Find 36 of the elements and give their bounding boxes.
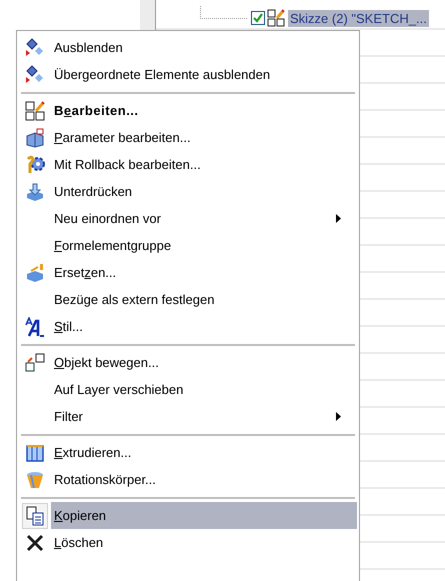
menu-item[interactable]: Ersetzen...	[51, 259, 357, 286]
menu-item[interactable]: Mit Rollback bearbeiten...	[51, 151, 357, 178]
column-icon	[25, 442, 45, 462]
block-icon	[25, 262, 45, 282]
menu-item[interactable]: Parameter bearbeiten...	[51, 124, 357, 151]
squares-icon	[25, 352, 45, 372]
gear-icon	[25, 154, 45, 174]
cube-icon	[25, 128, 45, 148]
menu-item[interactable]: Filter	[51, 403, 357, 430]
menu-item[interactable]: Rotationskörper...	[51, 466, 357, 493]
menu-item[interactable]: Stil...	[51, 313, 357, 340]
arrow-down-icon	[25, 182, 45, 202]
menu-item[interactable]: Objekt bewegen...	[51, 349, 357, 376]
submenu-arrow-icon	[336, 214, 341, 223]
tree-item-label[interactable]: Skizze (2) "SKETCH_...	[288, 10, 429, 26]
menu-item[interactable]: Bearbeiten...	[51, 97, 357, 124]
menu-item[interactable]: Bezüge als extern festlegen	[51, 286, 357, 313]
menu-item[interactable]: Kopieren	[51, 502, 357, 529]
letters-icon	[25, 316, 45, 336]
menu-item[interactable]: Formelementgruppe	[51, 232, 357, 259]
cup-icon	[25, 470, 45, 490]
menu-item[interactable]: Neu einordnen vor	[51, 205, 357, 232]
copy-icon	[25, 506, 45, 526]
delete-icon	[25, 532, 45, 552]
sketch-pencil-icon	[267, 9, 285, 27]
menu-item[interactable]: Löschen	[51, 529, 357, 556]
sketch-pencil-icon	[25, 100, 45, 120]
menu-item[interactable]: Auf Layer verschieben	[51, 376, 357, 403]
menu-item[interactable]: Übergeordnete Elemente ausblenden	[51, 61, 357, 88]
diamonds-icon	[25, 64, 45, 84]
submenu-arrow-icon	[336, 412, 341, 421]
menu-item[interactable]: Unterdrücken	[51, 178, 357, 205]
diamonds-icon	[25, 38, 45, 58]
checkbox[interactable]	[251, 11, 265, 25]
menu-item[interactable]: Ausblenden	[51, 34, 357, 61]
menu-item[interactable]: Extrudieren...	[51, 439, 357, 466]
